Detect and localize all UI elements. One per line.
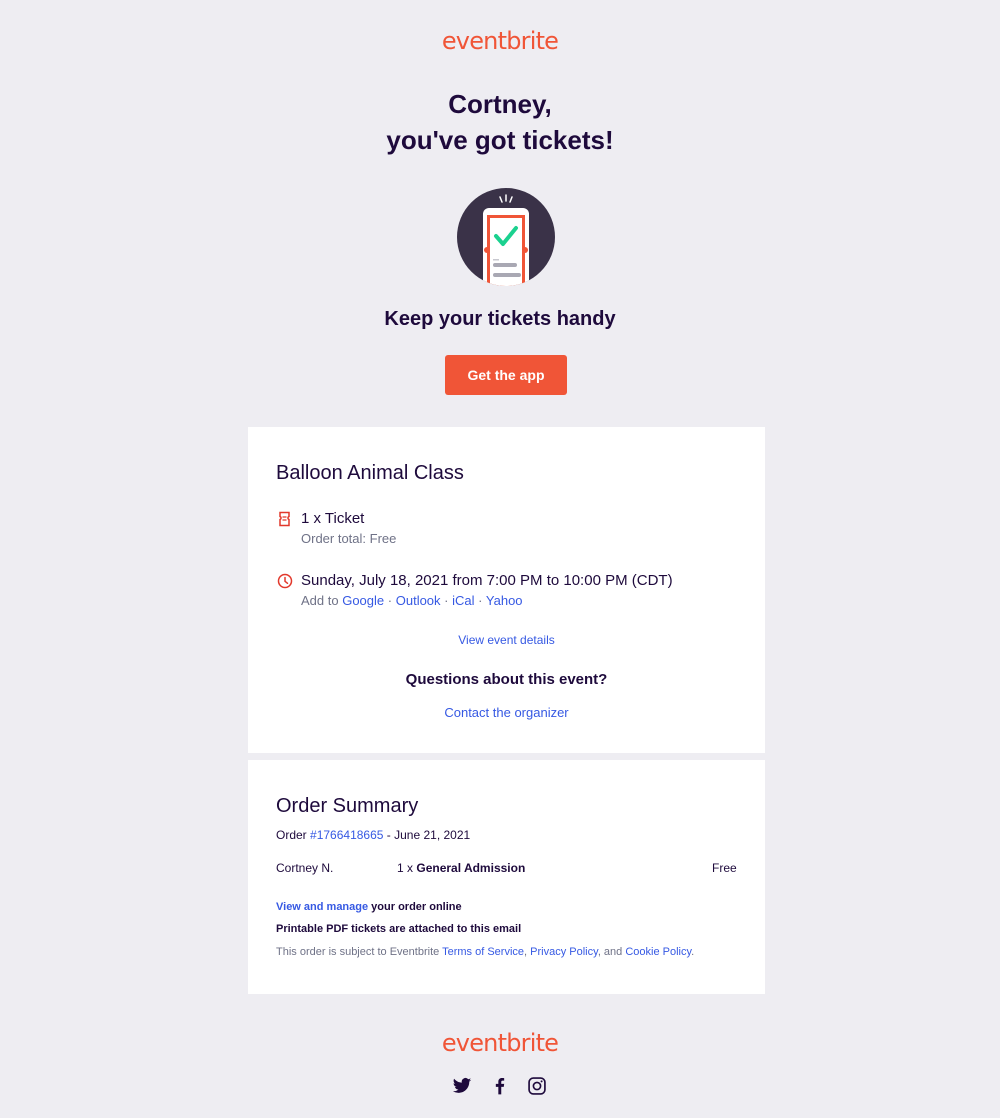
calendar-google-link[interactable]: Google	[342, 593, 384, 608]
event-title: Balloon Animal Class	[276, 462, 464, 484]
contact-organizer-wrap: Contact the organizer	[248, 705, 765, 720]
ticket-icon	[279, 511, 290, 527]
ticket-quantity: 1 x Ticket	[301, 510, 365, 527]
footer-eventbrite-logo[interactable]: eventbrite	[0, 1029, 1000, 1057]
order-number-link[interactable]: #1766418665	[310, 828, 383, 842]
terms-link[interactable]: Terms of Service	[442, 946, 524, 958]
view-event-details-link[interactable]: View event details	[458, 633, 555, 647]
manage-suffix: your order online	[371, 901, 462, 913]
ticket-line: 1 x General Admission	[397, 861, 525, 875]
greeting-line-1: Cortney,	[448, 89, 552, 119]
view-manage-link[interactable]: View and manage	[276, 901, 368, 913]
legal-end: .	[691, 946, 695, 958]
view-event-details-wrap: View event details	[248, 633, 765, 647]
calendar-yahoo-link[interactable]: Yahoo	[486, 593, 523, 608]
calendar-outlook-link[interactable]: Outlook	[396, 593, 441, 608]
get-the-app-button[interactable]: Get the app	[445, 355, 567, 395]
keep-tickets-heading: Keep your tickets handy	[384, 308, 616, 330]
privacy-link[interactable]: Privacy Policy	[530, 946, 598, 958]
facebook-icon[interactable]	[490, 1076, 510, 1096]
line-quantity: 1 x	[397, 861, 414, 875]
order-prefix: Order	[276, 828, 307, 842]
separator: ·	[387, 593, 393, 608]
legal-comma: ,	[524, 946, 528, 958]
manage-order: View and manage your order online	[276, 901, 462, 913]
order-summary-title: Order Summary	[276, 795, 419, 817]
twitter-icon[interactable]	[452, 1076, 472, 1096]
phone-ticket-check-icon	[457, 188, 555, 286]
separator: ·	[444, 593, 449, 608]
add-to-calendar: Add to Google · Outlook · iCal · Yahoo	[301, 593, 523, 608]
contact-organizer-link[interactable]: Contact the organizer	[444, 705, 568, 720]
calendar-ical-link[interactable]: iCal	[452, 593, 474, 608]
greeting-headline: Cortney, you've got tickets!	[0, 86, 1000, 158]
ticket-type: General Admission	[416, 861, 526, 875]
pdf-note: Printable PDF tickets are attached to th…	[276, 923, 522, 935]
order-date: - June 21, 2021	[386, 828, 471, 842]
greeting-line-2: you've got tickets!	[386, 125, 614, 155]
add-to-label: Add to	[301, 593, 339, 608]
legal-text: This order is subject to Eventbrite Term…	[276, 946, 694, 958]
legal-and: , and	[597, 946, 623, 958]
email-page: eventbrite Cortney, you've got tickets! …	[0, 0, 1000, 1118]
separator: ·	[478, 593, 483, 608]
order-total: Order total: Free	[301, 531, 397, 546]
eventbrite-logo[interactable]: eventbrite	[0, 27, 1000, 55]
instagram-icon[interactable]	[527, 1076, 547, 1096]
clock-icon	[277, 573, 293, 589]
attendee-name: Cortney N.	[276, 861, 334, 875]
event-datetime: Sunday, July 18, 2021 from 7:00 PM to 10…	[301, 572, 673, 589]
questions-heading: Questions about this event?	[405, 671, 608, 688]
order-info: Order #1766418665 - June 21, 2021	[276, 828, 470, 842]
line-price: Free	[712, 861, 737, 875]
cookie-link[interactable]: Cookie Policy	[625, 946, 691, 958]
legal-prefix: This order is subject to Eventbrite	[276, 946, 440, 958]
